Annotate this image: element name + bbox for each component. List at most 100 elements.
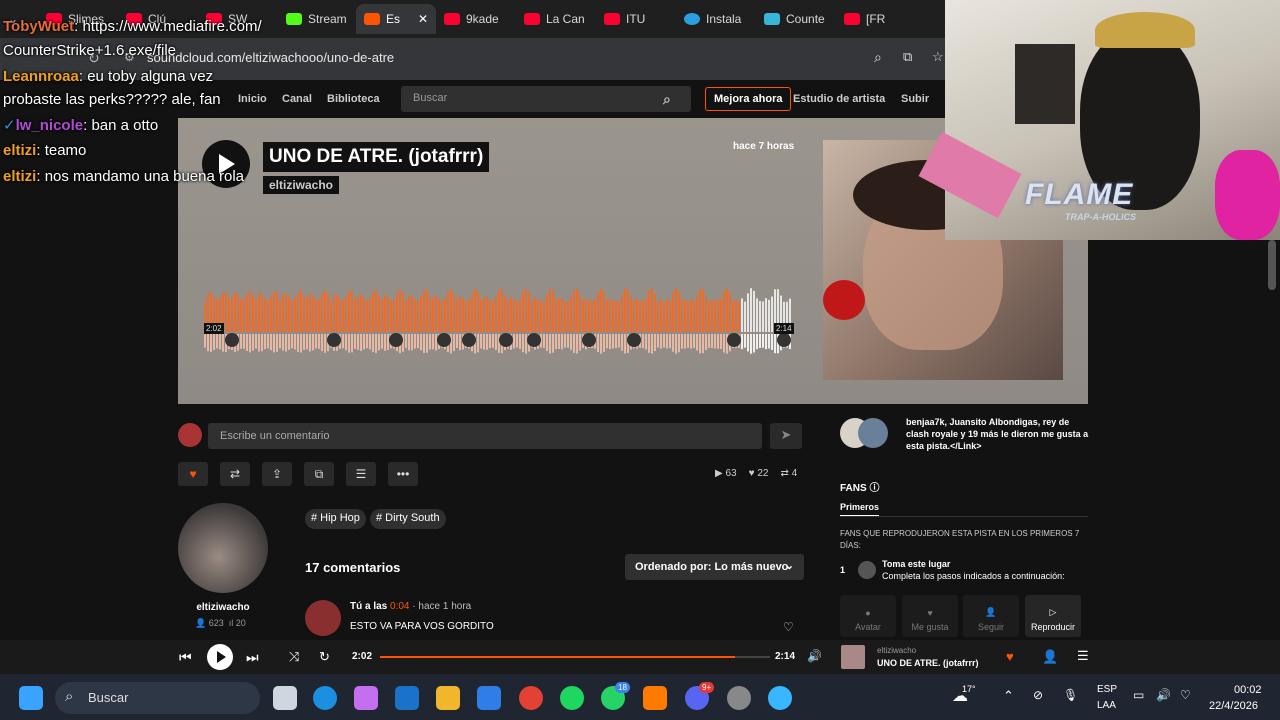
star-icon[interactable]: ☆ <box>932 49 944 65</box>
info-icon[interactable]: ⓘ <box>869 483 879 494</box>
add-to-playlist-button[interactable]: ☰ <box>346 462 376 486</box>
uploader-avatar[interactable] <box>178 503 268 593</box>
player-artwork[interactable] <box>841 645 865 669</box>
language-secondary[interactable]: LAA <box>1097 700 1116 711</box>
comment-like-icon[interactable]: ♡ <box>783 620 794 634</box>
play-step-button[interactable]: ▷ Reproducir <box>1025 595 1081 637</box>
windows-start-icon[interactable] <box>19 686 43 710</box>
waveform-comment-avatar[interactable] <box>389 333 403 347</box>
tab-8[interactable]: ITU <box>596 4 676 34</box>
waveform-comment-avatar[interactable] <box>225 333 239 347</box>
upload-link[interactable]: Subir <box>901 93 929 105</box>
queue-icon[interactable]: ☰ <box>1077 648 1089 664</box>
spotify-icon[interactable] <box>560 686 584 710</box>
tab-active-soundcloud[interactable]: Es ✕ <box>356 4 436 34</box>
zoom-icon[interactable]: ⌕ <box>874 49 882 66</box>
like-button[interactable]: ♥ <box>178 462 208 486</box>
tray-chevron-icon[interactable]: ⌃ <box>1003 688 1014 704</box>
tab-7[interactable]: La Can <box>516 4 596 34</box>
help-icon[interactable]: ♡ <box>1180 688 1191 702</box>
follow-icon[interactable]: 👤 <box>1042 649 1058 665</box>
waveform-comment-avatar[interactable] <box>437 333 451 347</box>
follow-step-button[interactable]: 👤 Seguir <box>963 595 1019 637</box>
share-button[interactable]: ⇪ <box>262 462 292 486</box>
waveform-reflection <box>342 334 344 349</box>
search-input[interactable]: Buscar <box>401 86 691 112</box>
waveform[interactable] <box>204 282 794 358</box>
url-field[interactable]: soundcloud.com/eltiziwachooo/uno-de-atre <box>147 50 394 65</box>
tag-hip-hop[interactable]: # Hip Hop <box>305 509 366 529</box>
waveform-reflection <box>318 334 320 349</box>
upgrade-button[interactable]: Mejora ahora <box>705 87 792 111</box>
file-explorer-icon[interactable] <box>436 686 460 710</box>
player-like-icon[interactable]: ♥ <box>1006 649 1014 664</box>
tab-10[interactable]: Counte <box>756 4 836 34</box>
taskbar-search[interactable]: ⌕ Buscar <box>55 682 260 714</box>
previous-icon[interactable]: ⏮ <box>179 649 192 666</box>
language-primary[interactable]: ESP <box>1097 684 1117 695</box>
search-icon: ⌕ <box>65 688 74 705</box>
speaker-icon[interactable]: 🔊 <box>1156 688 1171 702</box>
play-pause-button[interactable] <box>207 644 233 670</box>
like-step-button[interactable]: ♥ Me gusta <box>902 595 958 637</box>
waveform-comment-avatar[interactable] <box>462 333 476 347</box>
network-off-icon[interactable]: ⊘ <box>1033 688 1043 702</box>
comment-input[interactable]: Escribe un comentario <box>208 423 762 449</box>
copy-link-button[interactable]: ⧉ <box>304 462 334 486</box>
comment-timestamp[interactable]: 0:04 <box>390 601 409 612</box>
sort-dropdown[interactable]: Ordenado por: Lo más nuevo ⌄ <box>625 554 804 580</box>
nav-biblioteca[interactable]: Biblioteca <box>327 93 380 105</box>
waveform-comment-avatar[interactable] <box>327 333 341 347</box>
next-icon[interactable]: ⏭ <box>246 649 259 666</box>
waveform-reflection <box>489 334 491 349</box>
repost-button[interactable]: ⇄ <box>220 462 250 486</box>
player-title[interactable]: UNO DE ATRE. (jotafrrr) <box>877 658 979 668</box>
tab-9[interactable]: Instala <box>676 4 756 34</box>
player-artist[interactable]: eltiziwacho <box>877 646 916 655</box>
more-button[interactable]: ••• <box>388 462 418 486</box>
progress-bar[interactable] <box>380 656 770 658</box>
display-icon[interactable]: ▭ <box>1133 688 1144 702</box>
shuffle-icon[interactable]: ⤨ <box>289 649 299 665</box>
avatar-step-button[interactable]: ● Avatar <box>840 595 896 637</box>
edge-icon[interactable] <box>313 686 337 710</box>
nav-canal[interactable]: Canal <box>282 93 312 105</box>
tab-6[interactable]: 9kade <box>436 4 516 34</box>
uploader-name[interactable]: eltiziwacho <box>178 602 268 613</box>
store-icon[interactable] <box>477 686 501 710</box>
copilot-icon[interactable] <box>354 686 378 710</box>
install-icon[interactable]: ⧉ <box>903 49 912 65</box>
nav-inicio[interactable]: Inicio <box>238 93 267 105</box>
close-icon[interactable]: ✕ <box>418 12 428 26</box>
waveform-comment-avatar[interactable] <box>627 333 641 347</box>
page-scrollbar[interactable] <box>1268 240 1276 290</box>
comment-avatar[interactable] <box>305 600 341 636</box>
clock-date[interactable]: 22/4/2026 <box>1209 700 1258 712</box>
comment-author[interactable]: Tú a las <box>350 601 387 612</box>
waveform-comment-avatar[interactable] <box>727 333 741 347</box>
soundcloud-app-icon[interactable] <box>643 686 667 710</box>
artist-studio-link[interactable]: Estudio de artista <box>793 93 885 105</box>
tab-4[interactable]: Stream <box>278 4 356 34</box>
outlook-icon[interactable] <box>395 686 419 710</box>
task-view-icon[interactable] <box>273 686 297 710</box>
likers-avatars[interactable] <box>840 418 890 448</box>
send-icon[interactable]: ➤ <box>770 423 802 449</box>
waveform-comment-avatar[interactable] <box>777 333 791 347</box>
repeat-icon[interactable]: ↻ <box>319 649 330 665</box>
app-icon[interactable] <box>768 686 792 710</box>
microphone-icon[interactable]: 🎙 <box>1063 688 1078 702</box>
tab-primeros[interactable]: Primeros <box>840 502 880 517</box>
track-artist[interactable]: eltiziwacho <box>263 176 340 194</box>
chrome-icon[interactable] <box>519 686 543 710</box>
tag-dirty-south[interactable]: # Dirty South <box>370 509 446 529</box>
steam-icon[interactable] <box>727 686 751 710</box>
waveform-bar <box>234 292 236 332</box>
waveform-comment-avatar[interactable] <box>582 333 596 347</box>
clock-time[interactable]: 00:02 <box>1234 684 1262 696</box>
waveform-comment-avatar[interactable] <box>499 333 513 347</box>
search-icon[interactable]: ⌕ <box>663 91 671 108</box>
waveform-comment-avatar[interactable] <box>527 333 541 347</box>
volume-icon[interactable]: 🔊 <box>807 649 822 663</box>
tab-11[interactable]: [FR <box>836 4 926 34</box>
